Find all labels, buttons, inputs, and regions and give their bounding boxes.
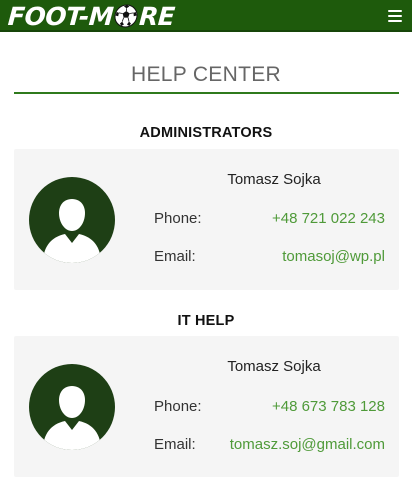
avatar	[29, 364, 115, 450]
phone-link[interactable]: +48 721 022 243	[272, 210, 385, 227]
title-divider	[14, 92, 399, 94]
contact-name: Tomasz Sojka	[227, 358, 321, 375]
section-heading-it-help: IT HELP	[177, 313, 235, 329]
email-link[interactable]: tomasoj@wp.pl	[282, 248, 385, 265]
phone-link[interactable]: +48 673 783 128	[272, 398, 385, 415]
contact-name: Tomasz Sojka	[227, 171, 321, 188]
email-label: Email:	[154, 436, 196, 453]
contact-card-it-help: Tomasz Sojka Phone: +48 673 783 128 Emai…	[14, 336, 399, 477]
menu-bar	[388, 10, 402, 12]
page-title: HELP CENTER	[131, 63, 281, 86]
menu-bar	[388, 15, 402, 17]
phone-label: Phone:	[154, 398, 202, 415]
logo-text-right: RE	[138, 1, 176, 31]
hamburger-menu-icon[interactable]	[388, 10, 402, 22]
phone-label: Phone:	[154, 210, 202, 227]
soccer-ball-icon	[114, 4, 138, 28]
user-silhouette-icon	[43, 199, 101, 263]
top-navbar: FOOT-M RE	[0, 0, 412, 32]
menu-bar	[388, 20, 402, 22]
email-label: Email:	[154, 248, 196, 265]
user-silhouette-icon	[43, 386, 101, 450]
contact-card-administrators: Tomasz Sojka Phone: +48 721 022 243 Emai…	[14, 149, 399, 290]
email-link[interactable]: tomasz.soj@gmail.com	[230, 436, 385, 453]
foot-more-logo[interactable]: FOOT-M RE	[7, 1, 176, 31]
logo-text-left: FOOT-M	[6, 1, 115, 31]
section-heading-administrators: ADMINISTRATORS	[139, 125, 273, 141]
avatar	[29, 177, 115, 263]
